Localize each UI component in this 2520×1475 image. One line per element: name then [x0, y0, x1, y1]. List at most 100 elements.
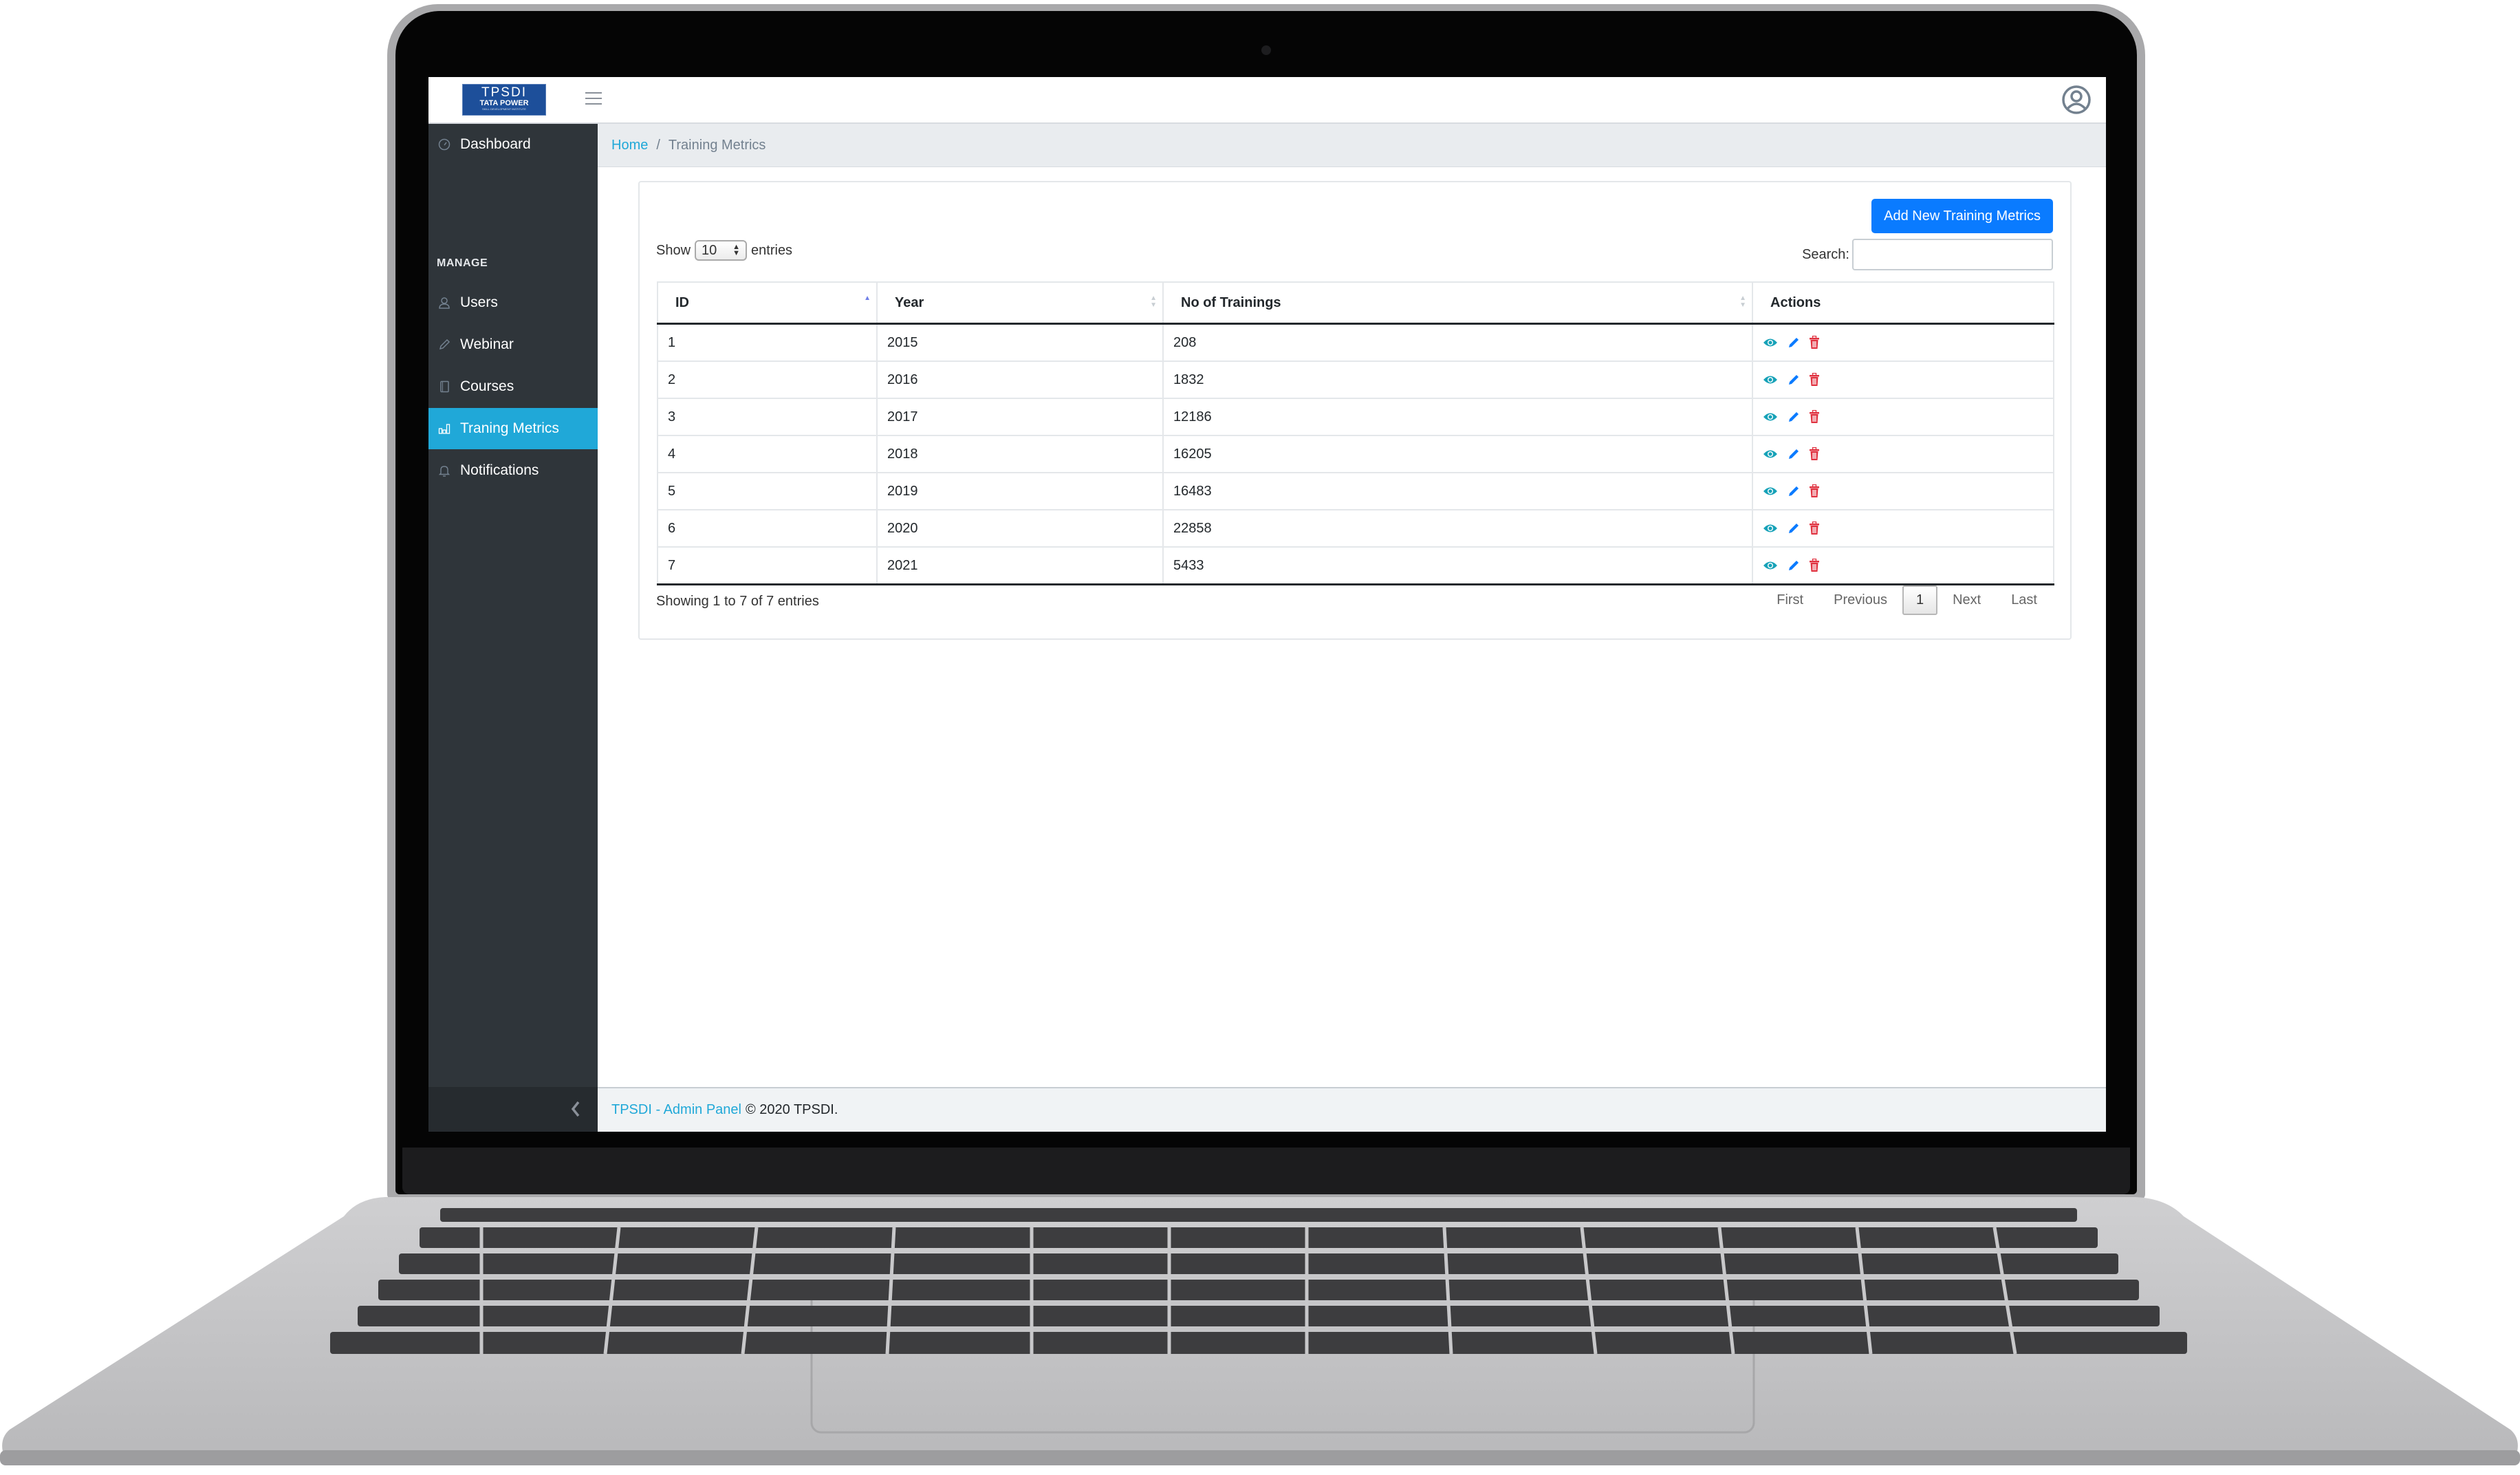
delete-icon[interactable] [1809, 336, 1820, 349]
footer-brand-link[interactable]: TPSDI - Admin Panel [611, 1102, 741, 1118]
column-header-no-of-trainings[interactable]: No of Trainings ▲ ▼ [1162, 281, 1753, 325]
cell-trainings: 12186 [1162, 398, 1753, 436]
cell-year: 2021 [876, 546, 1164, 585]
user-circle-icon[interactable] [2062, 85, 2091, 114]
training-metrics-card: Add New Training Metrics Show 10 ▲ ▼ entr… [638, 181, 2072, 640]
cell-year: 2015 [876, 323, 1164, 362]
cell-actions [1752, 509, 2054, 548]
sidebar: Dashboard MANAGE Users Webinar Courses T… [428, 124, 598, 1132]
column-header-id[interactable]: ID ▲ [657, 281, 878, 325]
cell-actions [1752, 472, 2054, 510]
table-row: 7 2021 5433 [657, 546, 2054, 585]
sort-asc-icon: ▲ [864, 294, 871, 302]
search-input[interactable] [1852, 239, 2053, 270]
edit-icon[interactable] [1788, 336, 1800, 349]
delete-icon[interactable] [1809, 521, 1820, 535]
sidebar-section-title: MANAGE [437, 257, 488, 269]
delete-icon[interactable] [1809, 410, 1820, 424]
view-icon[interactable] [1763, 337, 1778, 348]
sidebar-footer [428, 1087, 598, 1132]
cell-id: 4 [657, 435, 878, 473]
view-icon[interactable] [1763, 486, 1778, 497]
cell-trainings: 1832 [1162, 360, 1753, 399]
table-row: 6 2020 22858 [657, 509, 2054, 548]
breadcrumb-separator: / [656, 137, 660, 153]
search-control: Search: [1802, 239, 2053, 270]
cell-actions [1752, 360, 2054, 399]
table-row: 3 2017 12186 [657, 398, 2054, 436]
pencil-icon [437, 337, 452, 352]
edit-icon[interactable] [1788, 559, 1800, 572]
chevron-left-icon[interactable] [569, 1099, 583, 1119]
view-icon[interactable] [1763, 523, 1778, 534]
view-icon[interactable] [1763, 411, 1778, 422]
delete-icon[interactable] [1809, 373, 1820, 387]
column-header-year[interactable]: Year ▲ ▼ [876, 281, 1164, 325]
cell-year: 2020 [876, 509, 1164, 548]
sidebar-item-training-metrics[interactable]: Traning Metrics [428, 408, 598, 449]
cell-id: 6 [657, 509, 878, 548]
pagination: First Previous 1 Next Last [1761, 585, 2052, 615]
pagination-last[interactable]: Last [1996, 585, 2052, 615]
pagination-first[interactable]: First [1761, 585, 1818, 615]
sidebar-item-dashboard[interactable]: Dashboard [428, 124, 598, 165]
edit-icon[interactable] [1788, 522, 1800, 535]
screen: TPSDI TATA POWER SKILL DEVELOPMENT INSTI… [428, 77, 2106, 1132]
bar-chart-icon [437, 421, 452, 436]
cell-id: 5 [657, 472, 878, 510]
cell-id: 2 [657, 360, 878, 399]
cell-year: 2017 [876, 398, 1164, 436]
cell-actions [1752, 546, 2054, 585]
sort-both-icon: ▲ ▼ [1150, 294, 1157, 309]
pagination-next[interactable]: Next [1937, 585, 1996, 615]
breadcrumb-home-link[interactable]: Home [611, 138, 648, 153]
cell-year: 2016 [876, 360, 1164, 399]
table-row: 2 2016 1832 [657, 360, 2054, 399]
edit-icon[interactable] [1788, 411, 1800, 423]
app-footer: TPSDI - Admin Panel © 2020 TPSDI. [598, 1087, 2106, 1132]
cell-actions [1752, 435, 2054, 473]
select-arrows-icon: ▲ ▼ [732, 243, 741, 257]
laptop-chin [402, 1148, 2130, 1194]
delete-icon[interactable] [1809, 484, 1820, 498]
cell-trainings: 208 [1162, 323, 1753, 362]
edit-icon[interactable] [1788, 374, 1800, 386]
footer-copyright: © 2020 TPSDI. [745, 1102, 838, 1117]
add-training-metrics-button[interactable]: Add New Training Metrics [1871, 199, 2053, 233]
page-length-select[interactable]: 10 ▲ ▼ [695, 240, 748, 261]
cell-id: 1 [657, 323, 878, 362]
bell-icon [437, 463, 452, 478]
breadcrumb: Home / Training Metrics [598, 124, 2106, 167]
edit-icon[interactable] [1788, 485, 1800, 497]
sort-both-icon: ▲ ▼ [1739, 294, 1746, 309]
delete-icon[interactable] [1809, 559, 1820, 572]
sidebar-item-courses[interactable]: Courses [428, 366, 598, 407]
delete-icon[interactable] [1809, 447, 1820, 461]
cell-year: 2018 [876, 435, 1164, 473]
view-icon[interactable] [1763, 449, 1778, 460]
pagination-page-1[interactable]: 1 [1902, 585, 1938, 615]
sidebar-item-notifications[interactable]: Notifications [428, 450, 598, 491]
edit-icon[interactable] [1788, 448, 1800, 460]
cell-id: 7 [657, 546, 878, 585]
sidebar-item-webinar[interactable]: Webinar [428, 324, 598, 365]
cell-actions [1752, 323, 2054, 362]
cell-trainings: 16483 [1162, 472, 1753, 510]
cell-trainings: 5433 [1162, 546, 1753, 585]
cell-trainings: 22858 [1162, 509, 1753, 548]
column-header-actions: Actions [1752, 281, 2054, 325]
table-row: 5 2019 16483 [657, 472, 2054, 510]
cell-actions [1752, 398, 2054, 436]
table-row: 4 2018 16205 [657, 435, 2054, 473]
view-icon[interactable] [1763, 374, 1778, 385]
sidebar-item-users[interactable]: Users [428, 282, 598, 323]
cell-trainings: 16205 [1162, 435, 1753, 473]
breadcrumb-current: Training Metrics [668, 137, 766, 153]
page-length-control: Show 10 ▲ ▼ entries [656, 240, 792, 261]
table-row: 1 2015 208 [657, 323, 2054, 362]
tpsdi-logo[interactable]: TPSDI TATA POWER SKILL DEVELOPMENT INSTI… [462, 84, 546, 116]
view-icon[interactable] [1763, 560, 1778, 571]
speedometer-icon [437, 137, 452, 152]
hamburger-icon[interactable] [585, 92, 602, 106]
pagination-previous[interactable]: Previous [1818, 585, 1902, 615]
